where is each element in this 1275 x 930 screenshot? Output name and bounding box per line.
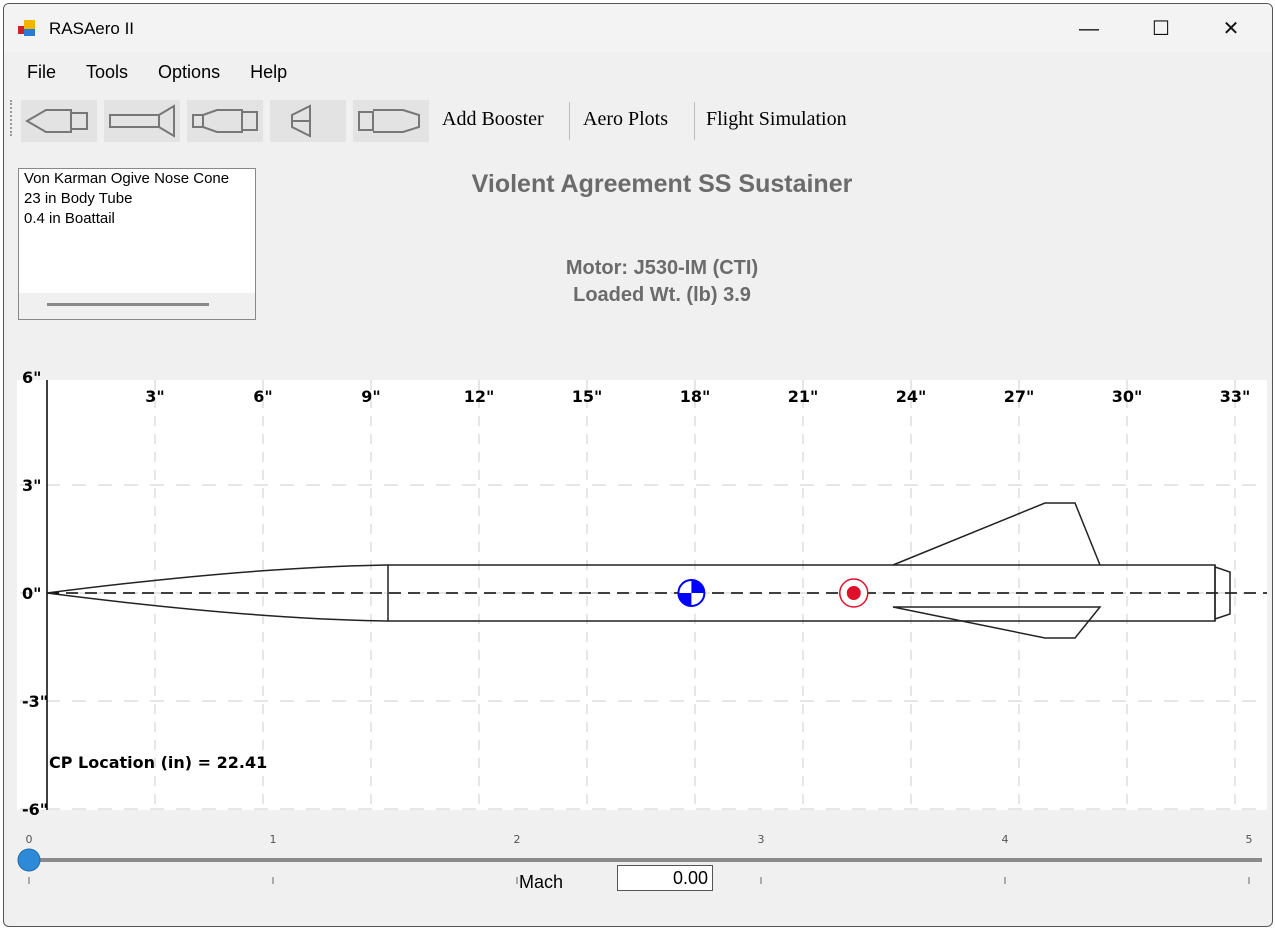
mach-tick-label: 5: [1246, 833, 1253, 846]
slider-track[interactable]: [26, 858, 1262, 862]
mach-tick-label: 3: [758, 833, 765, 846]
mach-tick-label: 1: [270, 833, 277, 846]
mach-tick-label: 2: [514, 833, 521, 846]
slider-thumb[interactable]: [17, 848, 41, 872]
mach-slider[interactable]: 0 1 2 3 4 5: [0, 0, 1275, 930]
mach-input[interactable]: 0.00: [617, 865, 713, 891]
mach-tick-label: 4: [1002, 833, 1009, 846]
mach-tick-label: 0: [26, 833, 33, 846]
mach-label: Mach: [519, 872, 564, 892]
